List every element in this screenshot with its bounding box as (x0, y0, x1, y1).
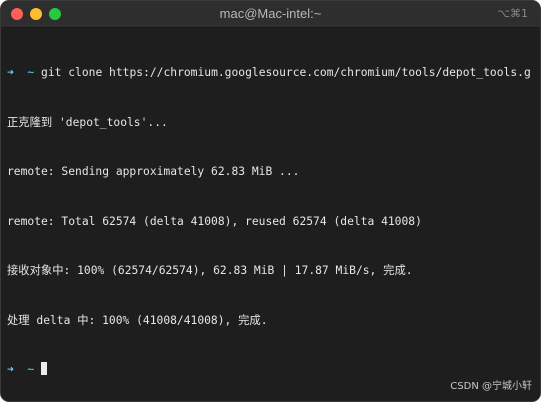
prompt-directory: ~ (27, 66, 35, 79)
text-cursor (41, 362, 48, 375)
window-title: mac@Mac-intel:~ (219, 6, 322, 21)
watermark: CSDN @宁城小轩 (450, 381, 532, 392)
output-line: 正克隆到 'depot_tools'... (7, 115, 168, 129)
command-text: git clone https://chromium.googlesource.… (41, 66, 541, 79)
terminal-content[interactable]: ➜ ~ git clone https://chromium.googlesou… (1, 28, 540, 401)
window-shortcut: ⌥⌘1 (497, 7, 528, 20)
output-line: 处理 delta 中: 100% (41008/41008), 完成. (7, 313, 268, 327)
terminal-window: mac@Mac-intel:~ ⌥⌘1 ➜ ~ git clone https:… (0, 0, 541, 402)
output-line: remote: Total 62574 (delta 41008), reuse… (7, 214, 422, 228)
prompt-arrow-icon: ➜ (7, 363, 14, 376)
output-line: remote: Sending approximately 62.83 MiB … (7, 165, 300, 178)
output-line: 接收对象中: 100% (62574/62574), 62.83 MiB | 1… (7, 264, 413, 277)
prompt-directory: ~ (27, 363, 35, 376)
prompt-arrow-icon: ➜ (7, 66, 14, 79)
command-line: ➜ ~ git clone https://chromium.googlesou… (7, 65, 540, 82)
title-bar[interactable]: mac@Mac-intel:~ ⌥⌘1 (1, 1, 540, 28)
scrollbar[interactable] (530, 28, 540, 401)
